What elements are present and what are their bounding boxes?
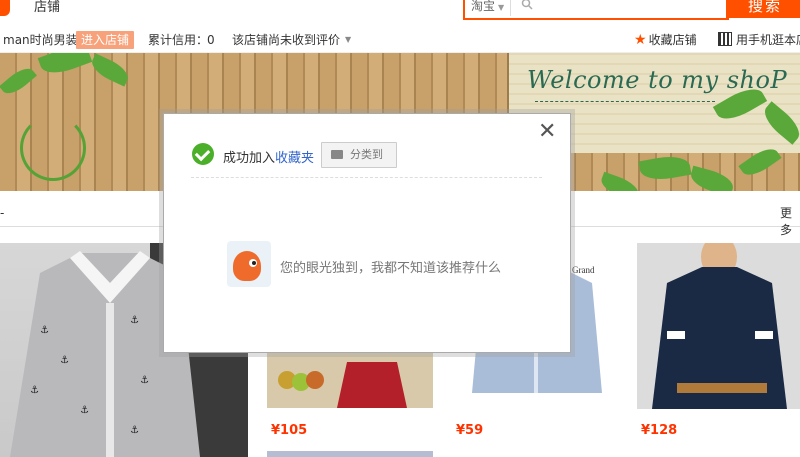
product-price: ¥128 [641, 423, 678, 438]
mobile-shop-label: 用手机逛本店 [736, 33, 800, 47]
product-image[interactable] [637, 243, 800, 409]
categorize-button[interactable]: 分类到 [321, 142, 397, 168]
product-price: ¥59 [456, 423, 484, 438]
leaf-decoration [88, 53, 132, 87]
qr-code-icon [718, 32, 732, 46]
favorites-link[interactable]: 收藏夹 [275, 151, 314, 166]
chevron-down-icon: ▼ [498, 3, 505, 12]
svg-text:⚓: ⚓ [140, 375, 149, 386]
taobao-logo[interactable] [0, 0, 10, 16]
svg-text:⚓: ⚓ [30, 385, 39, 396]
mascot-image [227, 241, 271, 287]
leaf-decoration [0, 63, 37, 99]
mascot-pupil [252, 261, 256, 265]
divider [191, 177, 542, 178]
svg-text:⚓: ⚓ [60, 355, 69, 366]
product-image[interactable] [267, 451, 433, 457]
shop-nav-label[interactable]: 店铺 [34, 0, 60, 16]
star-icon: ★ [634, 32, 647, 48]
svg-text:⚓: ⚓ [130, 315, 139, 326]
empty-recommendation-message: 您的眼光独到，我都不知道该推荐什么 [280, 261, 502, 276]
vine-swirl-decoration [20, 115, 86, 181]
favorite-success-dialog: ✕ 成功加入收藏夹 分类到 您的眼光独到，我都不知道该推荐什么 [163, 113, 571, 353]
search-box[interactable]: 淘宝 ▼ [463, 0, 729, 20]
svg-text:⚓: ⚓ [130, 425, 139, 436]
favorite-shop-link[interactable]: ★ 收藏店铺 [634, 28, 697, 52]
close-icon[interactable]: ✕ [538, 121, 556, 143]
search-scope-select[interactable]: 淘宝 ▼ [471, 0, 512, 16]
product-image[interactable] [267, 352, 433, 408]
leaf-decoration [638, 152, 692, 184]
enter-shop-button[interactable]: 进入店铺 [76, 31, 135, 49]
svg-text:Grand: Grand [572, 265, 595, 275]
mascot-body [233, 251, 261, 281]
product-price: ¥105 [271, 423, 308, 438]
categorize-label: 分类到 [350, 148, 383, 161]
shop-name[interactable]: man时尚男装 [3, 28, 78, 52]
shop-info-row: man时尚男装 进入店铺 累计信用： 0 该店铺尚未收到评价 ▼ ★ 收藏店铺 用… [0, 28, 800, 53]
mobile-shop-link[interactable]: 用手机逛本店 [718, 28, 800, 52]
success-message: 成功加入收藏夹 [223, 147, 314, 166]
folder-icon [331, 150, 343, 159]
leaf-decoration [37, 53, 93, 79]
search-scope-label: 淘宝 [471, 0, 496, 13]
credit-value: 0 [207, 33, 215, 47]
favorite-shop-label: 收藏店铺 [648, 33, 697, 47]
check-circle-icon [192, 143, 214, 165]
success-text: 成功加入 [223, 151, 276, 166]
more-link[interactable]: 更多 [780, 204, 800, 238]
reviews-status: 该店铺尚未收到评价 [232, 33, 341, 47]
credit-label: 累计信用： [148, 33, 209, 47]
top-bar: 店铺 淘宝 ▼ 搜索 [0, 0, 800, 28]
chevron-down-icon[interactable]: ▼ [345, 28, 351, 52]
banner-underline [535, 101, 715, 102]
svg-text:⚓: ⚓ [40, 325, 49, 336]
leaf-decoration [688, 165, 736, 191]
svg-text:⚓: ⚓ [80, 405, 89, 416]
search-button[interactable]: 搜索 [726, 0, 800, 18]
nav-marker: - [0, 206, 5, 220]
leaf-decoration [598, 171, 642, 191]
search-icon [521, 0, 533, 16]
